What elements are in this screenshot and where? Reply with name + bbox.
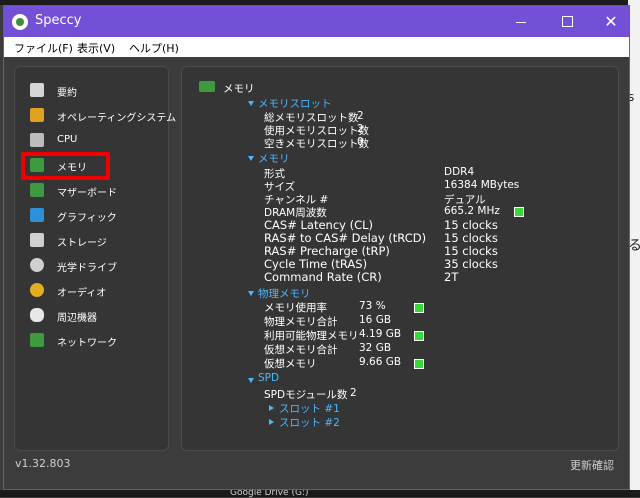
- row-label: SPDモジュール数: [264, 389, 348, 401]
- expand-arrow-icon[interactable]: [269, 405, 274, 411]
- row-label: RAS# to CAS# Delay (tRCD): [264, 231, 427, 245]
- menu-file[interactable]: ファイル(F): [14, 40, 73, 56]
- row-value: 9.66 GB: [359, 356, 402, 368]
- minimize-button[interactable]: [498, 6, 544, 37]
- collapse-arrow-icon[interactable]: [248, 291, 254, 296]
- collapse-arrow-icon[interactable]: [248, 378, 254, 383]
- speccy-window: Speccy ✕ ファイル(F) 表示(V) ヘルプ(H) 要約 オペレーティン…: [3, 5, 630, 490]
- row-value: 4.19 GB: [359, 328, 402, 340]
- summary-icon: [30, 83, 44, 97]
- sidebar-item-label: CPU: [57, 134, 78, 145]
- sidebar-item-label: オペレーティングシステム: [57, 113, 177, 124]
- mouse-icon: [30, 308, 44, 322]
- detail-panel: メモリ メモリスロット 総メモリスロット数 2 使用メモリスロット数 2 空きメ…: [181, 66, 619, 451]
- section-title: SPD: [258, 372, 280, 384]
- sidebar-item-label: ストレージ: [57, 238, 107, 249]
- sidebar-item-label: グラフィック: [57, 213, 117, 224]
- sidebar-item-network[interactable]: ネットワーク: [30, 331, 165, 351]
- row-value: 73 %: [359, 300, 386, 312]
- sidebar-item-label: マザーボード: [57, 188, 117, 199]
- ram-icon: [199, 81, 215, 92]
- title-bar[interactable]: Speccy ✕: [4, 6, 629, 37]
- speaker-icon: [30, 283, 44, 297]
- row-value: 2: [357, 110, 364, 122]
- maximize-button[interactable]: [544, 6, 590, 37]
- row-label: メモリ使用率: [264, 302, 327, 314]
- sidebar-item-optical[interactable]: 光学ドライブ: [30, 256, 165, 276]
- row-label: 物理メモリ合計: [264, 316, 338, 328]
- row-value: 35 clocks: [444, 257, 498, 271]
- row-value: 16 GB: [359, 314, 392, 326]
- spd-slot-link[interactable]: スロット #2: [279, 415, 340, 430]
- row-value: 0: [357, 136, 364, 148]
- collapse-arrow-icon[interactable]: [248, 156, 254, 161]
- hdd-icon: [30, 233, 44, 247]
- row-value: 2: [350, 387, 357, 399]
- taskbar-strip: Google Drive (G:): [0, 488, 640, 498]
- memory-highlight-box: [21, 152, 110, 180]
- spd-slot-link[interactable]: スロット #1: [279, 401, 340, 416]
- status-indicator: [414, 303, 424, 313]
- sidebar-item-motherboard[interactable]: マザーボード: [30, 181, 165, 201]
- section-title: メモリ: [258, 153, 290, 165]
- sidebar-item-peripherals[interactable]: 周辺機器: [30, 306, 165, 326]
- sidebar-item-summary[interactable]: 要約: [30, 81, 165, 101]
- status-indicator: [414, 331, 424, 341]
- row-label: RAS# Precharge (tRP): [264, 244, 390, 258]
- row-value: 15 clocks: [444, 244, 498, 258]
- section-title: 物理メモリ: [258, 288, 311, 300]
- menu-help[interactable]: ヘルプ(H): [129, 40, 179, 56]
- sidebar-item-label: 要約: [57, 88, 77, 99]
- row-label: Command Rate (CR): [264, 270, 382, 284]
- section-title: メモリスロット: [258, 98, 332, 110]
- row-value: 2T: [444, 270, 459, 284]
- disc-icon: [30, 258, 44, 272]
- sidebar-item-os[interactable]: オペレーティングシステム: [30, 106, 176, 126]
- motherboard-icon: [30, 183, 44, 197]
- sidebar-item-audio[interactable]: オーディオ: [30, 281, 165, 301]
- row-label: 仮想メモリ合計: [264, 344, 338, 356]
- row-label: Cycle Time (tRAS): [264, 257, 368, 271]
- row-value: 665.2 MHz: [444, 205, 500, 217]
- sidebar-item-graphics[interactable]: グラフィック: [30, 206, 165, 226]
- monitor-icon: [30, 208, 44, 222]
- row-value: 15 clocks: [444, 218, 498, 232]
- speccy-logo-icon: [12, 14, 28, 30]
- row-label: 空きメモリスロット数: [264, 138, 369, 150]
- update-check-link[interactable]: 更新確認: [570, 457, 614, 473]
- sidebar-item-label: 光学ドライブ: [57, 263, 117, 274]
- status-indicator: [414, 359, 424, 369]
- window-title: Speccy: [35, 13, 82, 28]
- menu-view[interactable]: 表示(V): [77, 40, 115, 56]
- sidebar-item-cpu[interactable]: CPU: [30, 131, 165, 151]
- version-label: v1.32.803: [15, 457, 71, 470]
- windows-logo-icon: [30, 108, 44, 122]
- sidebar-item-label: オーディオ: [57, 288, 107, 299]
- expand-arrow-icon[interactable]: [269, 419, 274, 425]
- sidebar-item-label: 周辺機器: [57, 313, 97, 324]
- row-label: 利用可能物理メモリ: [264, 330, 359, 342]
- sidebar-item-storage[interactable]: ストレージ: [30, 231, 165, 251]
- page-title: メモリ: [223, 83, 255, 95]
- row-value: 32 GB: [359, 342, 392, 354]
- close-button[interactable]: ✕: [588, 6, 634, 37]
- collapse-arrow-icon[interactable]: [248, 101, 254, 106]
- row-value: 2: [357, 123, 364, 135]
- row-label: CAS# Latency (CL): [264, 218, 374, 232]
- menu-bar: ファイル(F) 表示(V) ヘルプ(H): [4, 37, 629, 57]
- sidebar-item-label: ネットワーク: [57, 338, 117, 349]
- row-label: 仮想メモリ: [264, 358, 317, 370]
- sidebar: 要約 オペレーティングシステム CPU メモリ マザーボード グラフィック スト…: [14, 66, 176, 451]
- network-icon: [30, 333, 44, 347]
- row-value: 15 clocks: [444, 231, 498, 245]
- status-indicator: [514, 207, 524, 217]
- row-value: DDR4: [444, 166, 475, 178]
- row-value: 16384 MBytes: [444, 179, 520, 191]
- cpu-icon: [30, 133, 44, 147]
